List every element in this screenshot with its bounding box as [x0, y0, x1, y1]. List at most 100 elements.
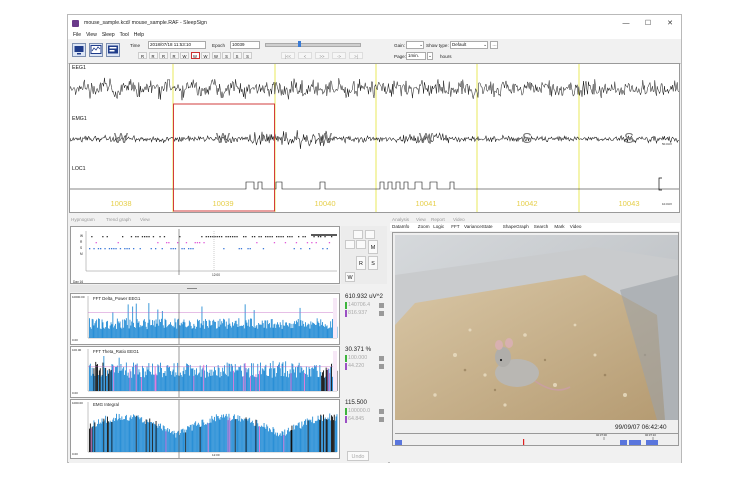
timeline-block[interactable] [629, 440, 641, 446]
time-field[interactable]: 2018/07/18 11:53:10 [148, 41, 206, 49]
trend-lower-2[interactable]: 64.845 [348, 416, 364, 422]
trend-panel-2[interactable]: EMG Integral 1000.00 0.00 12:00 [70, 399, 340, 459]
stage-w-button[interactable]: W [345, 272, 355, 282]
menu-view[interactable]: View [86, 32, 97, 38]
video-timeline[interactable] [395, 434, 678, 446]
lower-set-button-0[interactable] [379, 311, 384, 316]
pad-blank-2[interactable] [365, 230, 375, 239]
video-menu-search[interactable]: Search [534, 224, 549, 229]
title-bar: mouse_sample.kcd/ mouse_sample.RAF - Sle… [68, 15, 681, 31]
lower-set-button-2[interactable] [379, 417, 384, 422]
app-window: mouse_sample.kcd/ mouse_sample.RAF - Sle… [67, 14, 682, 463]
menu-help[interactable]: Help [134, 32, 144, 38]
stage-button-4[interactable]: W [180, 52, 189, 59]
upper-set-button-1[interactable] [379, 356, 384, 361]
video-menu-video[interactable]: Video [570, 224, 582, 229]
nav-button-2[interactable]: >> [315, 52, 329, 59]
trend-upper-2[interactable]: 100000.0 [348, 408, 370, 414]
hypnogram-panel[interactable]: W R S M 12:00 Day 16 [70, 226, 340, 284]
close-button[interactable]: ✕ [659, 15, 681, 31]
pad-blank-1[interactable] [353, 230, 363, 239]
open-file-button[interactable] [72, 43, 86, 57]
epoch-label-2: 10040 [314, 199, 336, 208]
slider-thumb[interactable] [298, 41, 301, 47]
tab-hypnogram[interactable]: Hypnogram [71, 217, 95, 222]
maximize-button[interactable]: ☐ [637, 15, 659, 31]
stage-s-button[interactable]: S [368, 256, 378, 270]
tab-analysis[interactable]: Analysis [392, 217, 409, 222]
timeline-block[interactable] [620, 440, 627, 446]
stage-button-8[interactable]: S [222, 52, 231, 59]
timeline-marker[interactable] [523, 439, 525, 446]
trend-lower-1[interactable]: 44.220 [348, 363, 364, 369]
undo-button[interactable]: Undo [347, 451, 369, 461]
waveform-chart[interactable]: EEG1 EMG1 LOC1 10038 10039 10040 10041 10042… [69, 63, 680, 213]
upper-limit-bar-0 [345, 302, 347, 309]
epoch-selection-box[interactable] [173, 103, 275, 212]
show-type-options-button[interactable]: … [490, 41, 498, 49]
show-type-label: Show type: [426, 43, 449, 48]
trend-canvas-1[interactable] [71, 347, 339, 397]
stage-button-5[interactable]: W [190, 52, 200, 59]
upper-set-button-0[interactable] [379, 303, 384, 308]
data-view-button[interactable] [89, 43, 103, 57]
trend-upper-0[interactable]: 140706.4 [348, 302, 370, 308]
menu-file[interactable]: File [73, 32, 81, 38]
minimize-button[interactable]: — [615, 15, 637, 31]
menu-tool[interactable]: Tool [120, 32, 129, 38]
video-menu-zoom[interactable]: Zoom [418, 224, 430, 229]
video-menu-logic[interactable]: Logic [433, 224, 444, 229]
analysis-button[interactable] [106, 43, 120, 57]
pad-blank-4[interactable] [356, 240, 366, 249]
stage-m-button[interactable]: M [368, 240, 378, 254]
tab-view[interactable]: View [140, 217, 150, 222]
stage-button-0[interactable]: R [138, 52, 147, 59]
video-panel[interactable]: 99/09/07 06:42:40 02:37:00 02:37:10 [392, 232, 679, 446]
stage-r-button[interactable]: R [356, 256, 366, 270]
tab-trend-graph[interactable]: Trend graph [106, 217, 131, 222]
nav-button-3[interactable]: -> [332, 52, 346, 59]
stage-button-10[interactable]: S [243, 52, 252, 59]
stage-button-2[interactable]: R [159, 52, 168, 59]
trend-lower-0[interactable]: 816.937 [348, 310, 367, 316]
trend-panel-1[interactable]: FFT Theta_Ratio EEG1 100.00 0.00 [70, 346, 340, 398]
page-select[interactable]: 1min. [406, 52, 426, 60]
stage-button-6[interactable]: W [201, 52, 210, 59]
position-slider[interactable] [265, 43, 361, 47]
stage-button-1[interactable]: R [148, 52, 158, 59]
video-menu-mark[interactable]: Mark [554, 224, 564, 229]
lower-set-button-1[interactable] [379, 364, 384, 369]
epoch-field[interactable]: 10039 [230, 41, 260, 49]
pad-blank-3[interactable] [345, 240, 355, 249]
nav-button-4[interactable]: >| [349, 52, 363, 59]
stage-button-9[interactable]: S [232, 52, 242, 59]
tab-view-right[interactable]: View [416, 217, 426, 222]
trend-upper-1[interactable]: 100.000 [348, 355, 367, 361]
emg1-trace [70, 130, 679, 150]
video-frame[interactable] [395, 235, 678, 420]
trend-canvas-2[interactable] [71, 400, 339, 458]
splitter[interactable] [70, 285, 340, 292]
page-dropdown-button[interactable]: ⌄ [427, 52, 433, 60]
show-type-select[interactable]: Default ⌄ [450, 41, 488, 49]
video-menu-fft[interactable]: FFT [451, 224, 459, 229]
tab-video[interactable]: Video [453, 217, 465, 222]
tab-report[interactable]: Report [431, 217, 445, 222]
gain-select[interactable]: ⌄ [406, 41, 424, 49]
waveform-canvas[interactable] [70, 64, 679, 212]
hypnogram-canvas[interactable] [71, 227, 339, 283]
trend-canvas-0[interactable] [71, 294, 339, 344]
nav-button-1[interactable]: < [298, 52, 312, 59]
stage-button-7[interactable]: W [211, 52, 221, 59]
hypno-label-m: M [80, 252, 83, 256]
stage-button-3[interactable]: R [169, 52, 179, 59]
timeline-block[interactable] [395, 440, 402, 446]
upper-set-button-2[interactable] [379, 409, 384, 414]
timeline-block[interactable] [646, 440, 658, 446]
video-menu-shapegraph[interactable]: ShapeGraph [503, 224, 529, 229]
menu-sleep[interactable]: Sleep [102, 32, 115, 38]
video-menu-variancestate[interactable]: VarianceState [464, 224, 493, 229]
nav-button-0[interactable]: |<< [281, 52, 295, 59]
video-menu-datainfo[interactable]: DataInfo [392, 224, 409, 229]
trend-panel-0[interactable]: FFT Delta_Power EEG1 10000.00 0.00 [70, 293, 340, 345]
